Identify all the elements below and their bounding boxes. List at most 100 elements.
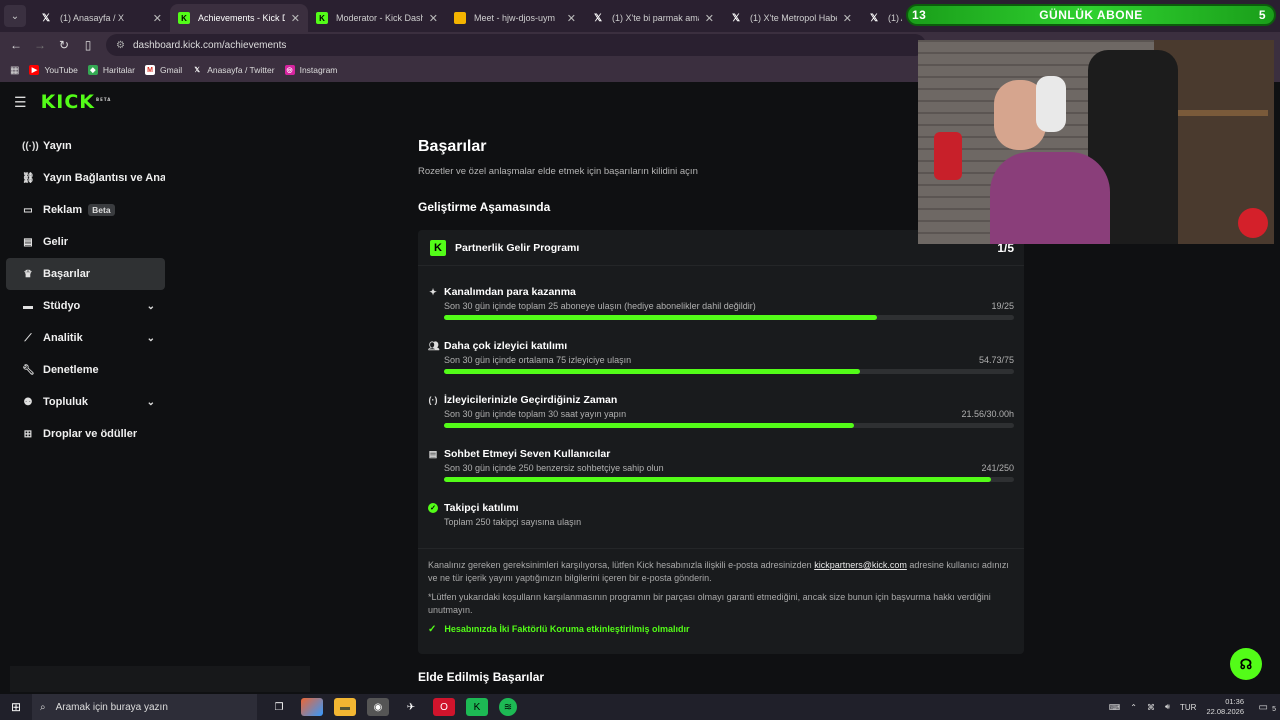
reload-icon[interactable]: ↻ — [52, 38, 76, 52]
broadcast-icon: (·) — [428, 395, 438, 405]
sidebar-item-stream-key[interactable]: ⛓ Yayın Bağlantısı ve Anahtar — [6, 162, 165, 194]
opera-icon[interactable]: O — [433, 698, 455, 716]
task-view-icon[interactable]: ❐ — [268, 698, 290, 716]
notification-icon[interactable]: ▭ — [1259, 702, 1268, 713]
tab-1[interactable]: K Achievements - Kick Dashboard ✕ — [170, 4, 308, 32]
help-button[interactable]: ☊ — [1230, 648, 1262, 680]
gmail-icon: M — [144, 65, 155, 75]
sidepanel-icon[interactable]: ▯ — [76, 38, 100, 52]
progress-bar — [444, 315, 1014, 320]
kick-icon: K — [178, 12, 190, 24]
tab-label: Achievements - Kick Dashboard — [198, 13, 285, 23]
section-in-progress: Geliştirme Aşamasında — [418, 200, 551, 214]
close-icon[interactable]: ✕ — [567, 12, 576, 25]
sparkle-icon: ✦ — [429, 286, 437, 297]
overlay-right-count: 5 — [1258, 8, 1266, 22]
sidebar-item-analitik[interactable]: ⟋ Analitik ⌄ — [6, 322, 165, 354]
keyboard-icon[interactable]: ⌨ — [1109, 703, 1121, 712]
tab-4[interactable]: 𝕏 (1) X'te bi parmak ama dü ✕ — [584, 4, 722, 32]
sidebar-item-gelir[interactable]: ▤ Gelir — [6, 226, 165, 258]
sidebar-item-reklam[interactable]: ▭ Reklam Beta — [6, 194, 165, 226]
requirement-title: Sohbet Etmeyi Seven Kullanıcılar — [444, 448, 611, 460]
chevron-down-icon: ⌄ — [146, 300, 155, 312]
bookmark-youtube[interactable]: ▶ YouTube — [29, 65, 78, 75]
maps-icon: ◆ — [87, 65, 98, 75]
email-link[interactable]: kickpartners@kick.com — [814, 560, 907, 570]
site-info-icon[interactable]: ⚙ — [116, 40, 125, 51]
kick-app-icon[interactable]: K — [466, 698, 488, 716]
tab-2[interactable]: K Moderator - Kick Dashboard ✕ — [308, 4, 446, 32]
chrome-icon[interactable]: ◉ — [367, 698, 389, 716]
app-icon[interactable]: ✈ — [400, 698, 422, 716]
bookmark-twitter[interactable]: 𝕏 Anasayfa / Twitter — [192, 65, 274, 75]
clock-date: 22.08.2026 — [1206, 707, 1244, 716]
overlay-left-count: 13 — [912, 8, 927, 22]
trophy-icon: ♛ — [23, 268, 33, 280]
file-explorer-icon[interactable]: ▬ — [334, 698, 356, 716]
sidebar-item-studyo[interactable]: ▬ Stüdyo ⌄ — [6, 290, 165, 322]
sidebar-item-label: Analitik — [43, 332, 83, 344]
sidebar-item-droplar[interactable]: ⊞ Droplar ve ödüller — [6, 418, 165, 450]
sidebar-item-label: Gelir — [43, 236, 69, 248]
close-icon[interactable]: ✕ — [705, 12, 714, 25]
microphone — [934, 132, 962, 180]
sidebar-item-basarilar[interactable]: ♛ Başarılar — [6, 258, 165, 290]
url-field[interactable]: ⚙ dashboard.kick.com/achievements — [106, 34, 926, 56]
progress-fill — [444, 369, 861, 374]
back-arrow-icon[interactable]: ← — [4, 38, 28, 52]
partner-program-card: K Partnerlik Gelir Programı 1/5 ✦ Kanalım… — [418, 230, 1024, 654]
tab-5[interactable]: 𝕏 (1) X'te Metropol Haber ✕ — [722, 4, 860, 32]
kick-logo[interactable]: KICKBETA — [41, 91, 112, 113]
kick-icon: K — [316, 12, 328, 24]
tab-6[interactable]: 𝕏 (1) Anas — [860, 4, 910, 32]
windows-start-icon[interactable]: ⊞ — [0, 700, 32, 714]
taskbar: ⊞ ⌕ Aramak için buraya yazın ❐ ▬ ◉ ✈ O K… — [0, 694, 1280, 720]
sidebar-item-denetleme[interactable]: 🔧︎ Denetleme — [6, 354, 165, 386]
tab-0[interactable]: 𝕏 (1) Anasayfa / X ✕ — [32, 4, 170, 32]
forward-arrow-icon[interactable]: → — [28, 38, 52, 52]
requirement-value: 19/25 — [991, 301, 1014, 311]
progress-bar — [444, 477, 1014, 482]
language-indicator[interactable]: TUR — [1180, 703, 1196, 712]
clock[interactable]: 01:36 22.08.2026 — [1206, 697, 1244, 717]
tab-label: (1) Anas — [888, 13, 902, 23]
twofa-requirement: ✓ Hesabınızda İki Faktörlü Koruma etkinle… — [428, 623, 1014, 636]
wrench-icon: 🔧︎ — [22, 364, 35, 376]
bookmark-label: Anasayfa / Twitter — [207, 65, 275, 75]
bookmark-maps[interactable]: ◆ Haritalar — [87, 65, 135, 75]
volume-icon[interactable]: 🔊︎ — [1165, 702, 1170, 712]
chart-icon: ▤ — [23, 236, 33, 248]
requirement-desc: Son 30 gün içinde ortalama 75 izleyiciye… — [444, 355, 632, 365]
close-icon[interactable]: ✕ — [843, 12, 852, 25]
close-icon[interactable]: ✕ — [429, 12, 438, 25]
sidebar-item-topluluk[interactable]: ⚉ Topluluk ⌄ — [6, 386, 165, 418]
sidebar-item-yayin[interactable]: ((·)) Yayın — [6, 130, 165, 162]
daily-sub-overlay: 13 GÜNLÜK ABONE 5 — [906, 4, 1276, 26]
spotify-icon[interactable]: ≋ — [499, 698, 517, 716]
sidebar: ☰ KICKBETA ((·)) Yayın ⛓ Yayın Bağlantısı … — [0, 82, 172, 694]
apps-icon[interactable]: ▦ — [10, 65, 19, 76]
stream-widget — [10, 666, 310, 692]
bookmark-gmail[interactable]: M Gmail — [144, 65, 182, 75]
instagram-icon: ◎ — [284, 65, 295, 75]
chat-icon: ▤ — [428, 448, 438, 459]
bookmark-label: Haritalar — [102, 65, 135, 75]
bookmark-instagram[interactable]: ◎ Instagram — [284, 65, 337, 75]
requirement-subscribers: ✦ Kanalımdan para kazanma Son 30 gün için… — [428, 286, 1014, 320]
menu-icon[interactable]: ☰ — [14, 94, 27, 111]
requirement-desc: Toplam 250 takipçi sayısına ulaşın — [444, 517, 582, 527]
chevron-up-icon[interactable]: ⌃ — [1130, 703, 1137, 712]
url-text: dashboard.kick.com/achievements — [132, 39, 287, 51]
taskbar-search[interactable]: ⌕ Aramak için buraya yazın — [32, 694, 257, 720]
requirement-chatters: ▤ Sohbet Etmeyi Seven Kullanıcılar Son 30… — [428, 448, 1014, 482]
close-icon[interactable]: ✕ — [291, 12, 300, 25]
notification-count: 5 — [1272, 706, 1276, 713]
close-icon[interactable]: ✕ — [153, 12, 162, 25]
tab-3[interactable]: Meet - hjw-djos-uym ✕ — [446, 4, 584, 32]
analytics-icon: ⟋ — [24, 332, 32, 344]
progress-fill — [444, 477, 992, 482]
tab-search-button[interactable]: ⌄ — [4, 5, 26, 27]
sidebar-item-label: Topluluk — [43, 396, 89, 408]
copilot-icon[interactable] — [301, 698, 323, 716]
network-icon[interactable]: ⌘ — [1147, 703, 1155, 712]
